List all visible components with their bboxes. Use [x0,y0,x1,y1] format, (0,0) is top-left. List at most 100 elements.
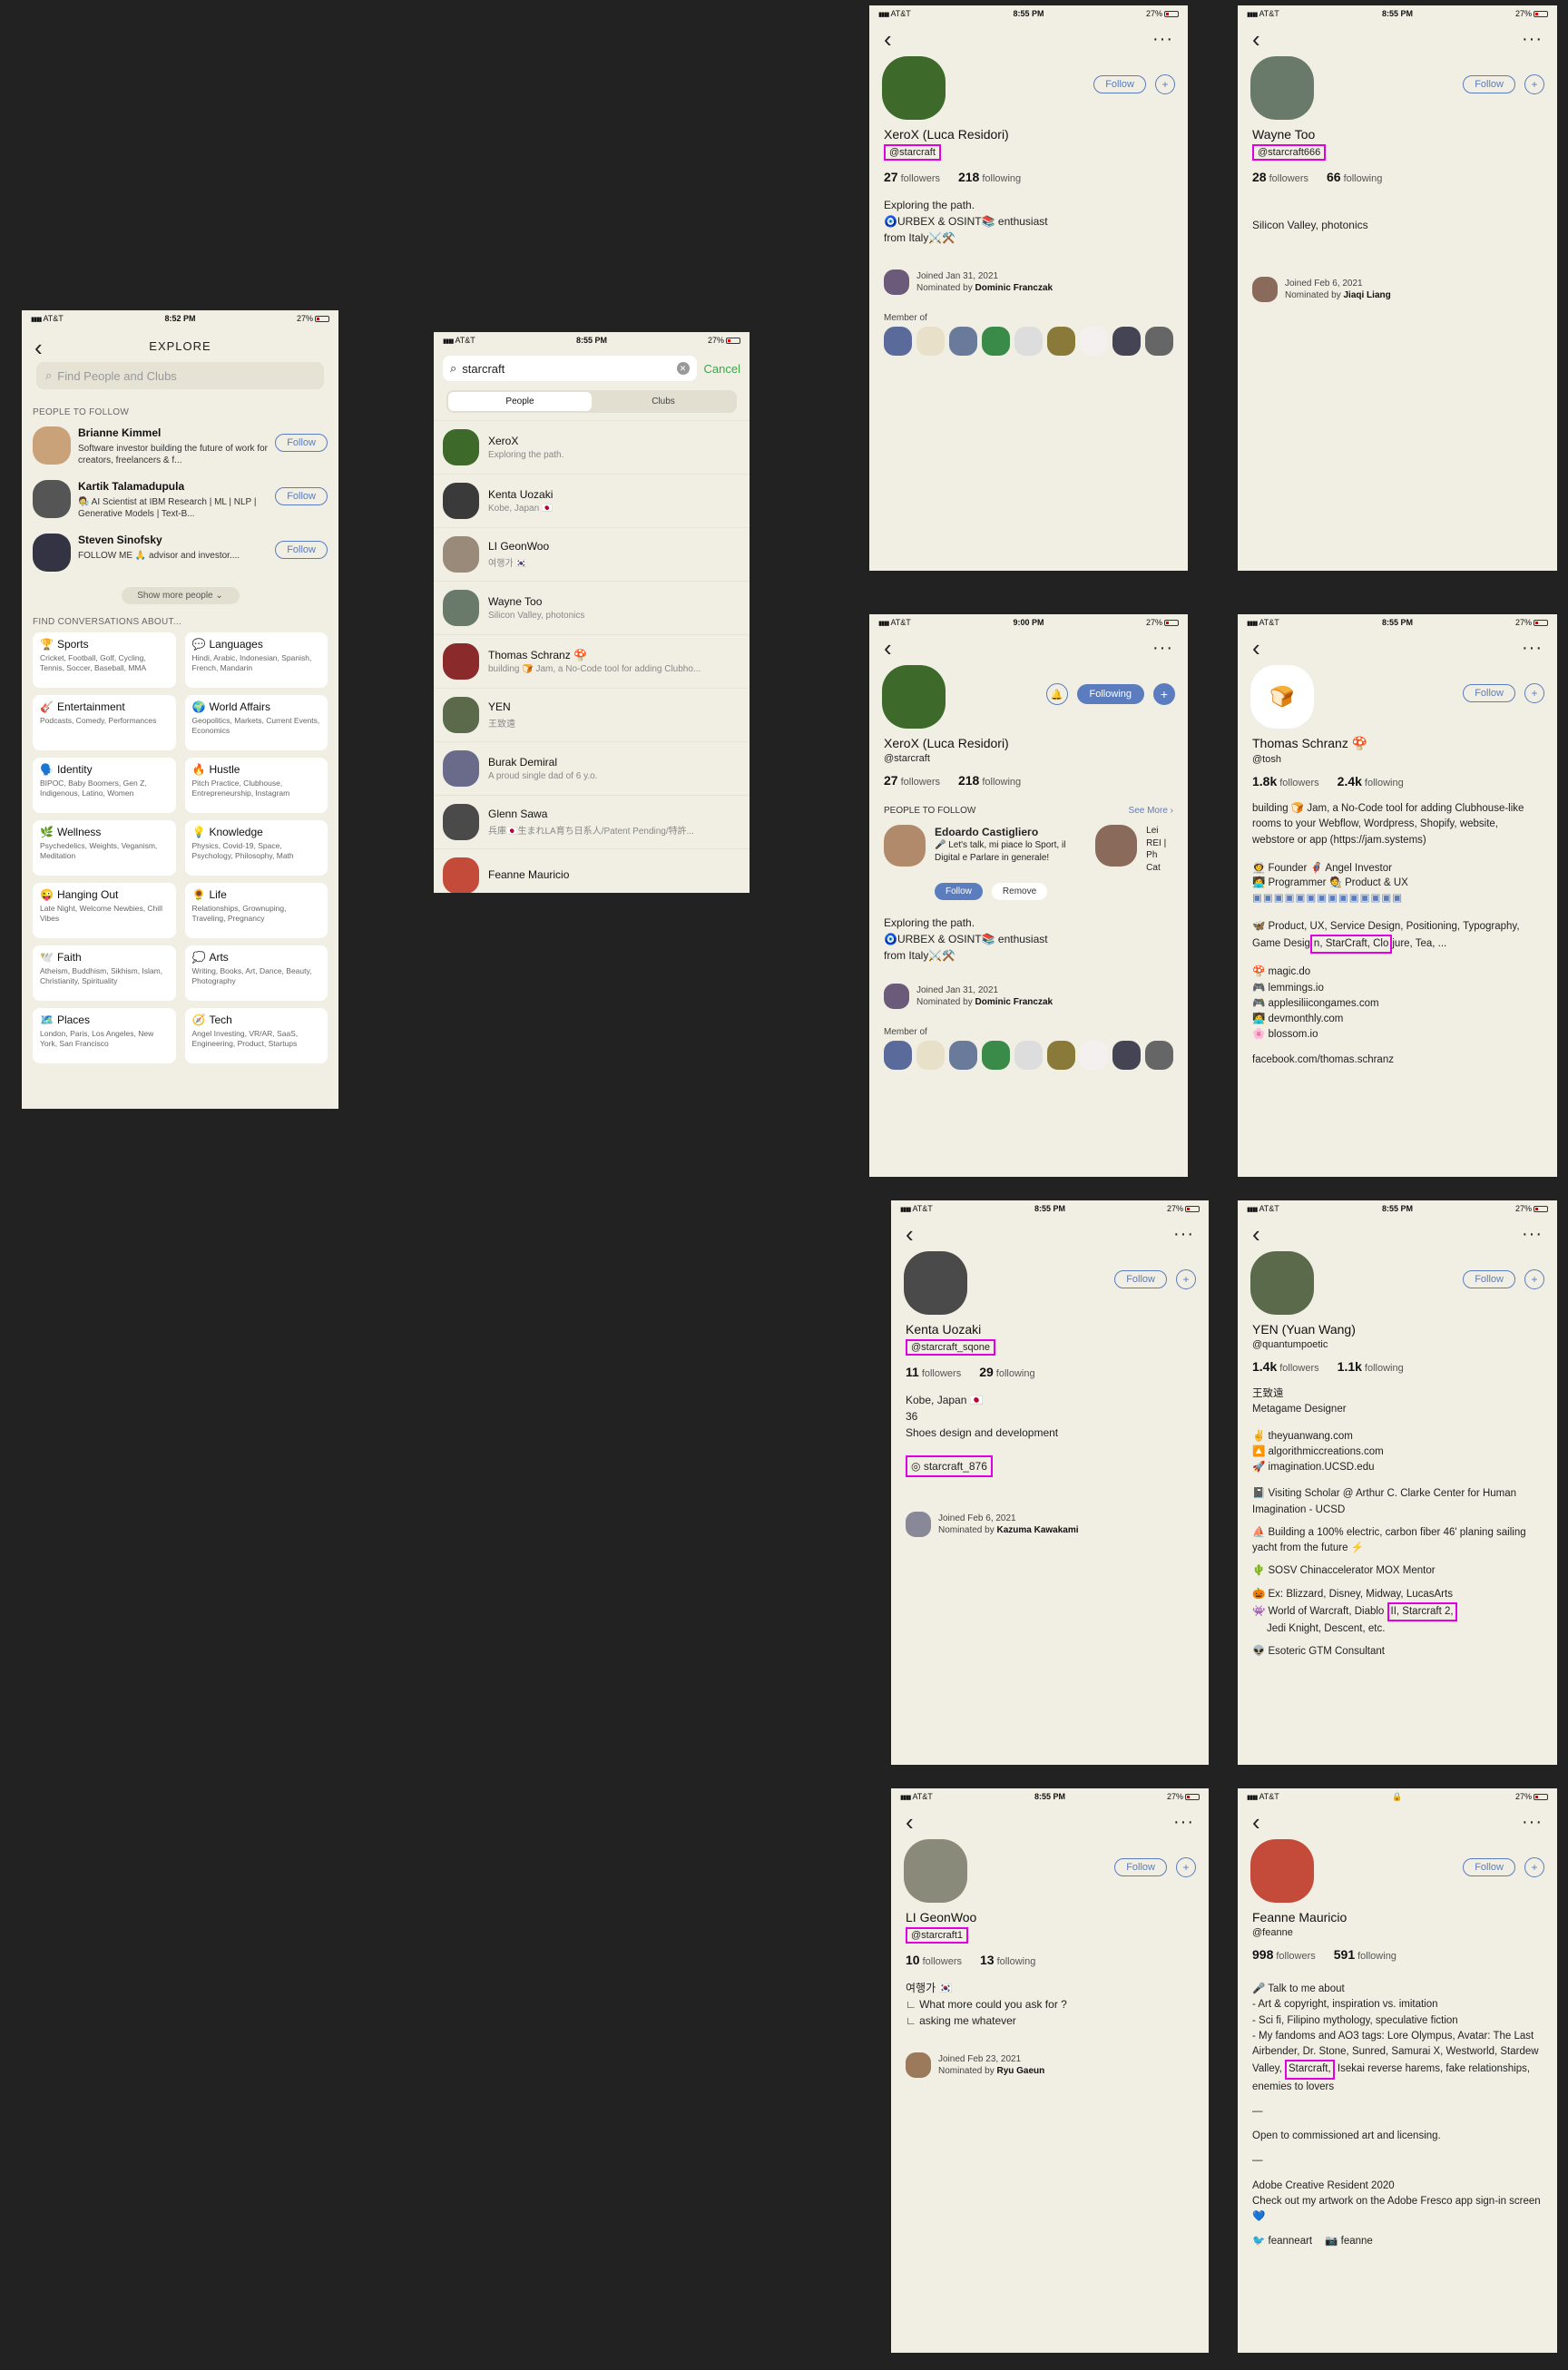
add-user-icon[interactable]: + [1524,1857,1544,1877]
followers-count[interactable]: 11 followers [906,1365,961,1379]
add-user-icon[interactable]: + [1153,683,1175,705]
add-user-icon[interactable]: + [1176,1857,1196,1877]
club-avatar[interactable] [884,327,912,356]
following-button[interactable]: Following [1076,684,1144,704]
topic-tile[interactable]: 🏆 Sports Cricket, Football, Golf, Cycling,… [33,632,176,688]
following-count[interactable]: 218 following [958,170,1021,184]
club-avatar[interactable] [1145,1041,1173,1070]
add-user-icon[interactable]: + [1524,74,1544,94]
link[interactable]: 🔼 algorithmiccreations.com [1252,1445,1543,1460]
topic-tile[interactable]: 🎸 Entertainment Podcasts, Comedy, Performa… [33,695,176,750]
back-icon[interactable]: ‹ [34,336,44,359]
club-avatar[interactable] [1145,327,1173,356]
link[interactable]: 🚀 imagination.UCSD.edu [1252,1460,1543,1475]
add-user-icon[interactable]: + [1524,1269,1544,1289]
club-avatar[interactable] [1014,1041,1043,1070]
topic-tile[interactable]: 🌿 Wellness Psychedelics, Weights, Veganism… [33,820,176,876]
cancel-button[interactable]: Cancel [704,362,740,376]
club-avatar[interactable] [884,1041,912,1070]
link[interactable]: facebook.com/thomas.schranz [1252,1053,1543,1068]
club-avatar[interactable] [982,327,1010,356]
club-avatar[interactable] [1080,327,1108,356]
more-icon[interactable]: ··· [1152,29,1173,50]
follow-button[interactable]: Follow [1463,1858,1515,1876]
twitter-link[interactable]: 🐦 feanneart [1252,2234,1312,2249]
list-item[interactable]: XeroX Exploring the path. [434,420,750,474]
more-icon[interactable]: ··· [1173,1812,1194,1833]
follow-button[interactable]: Follow [1114,1858,1167,1876]
bell-icon[interactable]: 🔔 [1045,683,1068,705]
back-icon[interactable]: ‹ [1252,27,1260,51]
topic-tile[interactable]: 🌍 World Affairs Geopolitics, Markets, Curr… [184,695,328,750]
followers-count[interactable]: 27 followers [884,773,940,788]
following-count[interactable]: 2.4k following [1338,774,1404,788]
topic-tile[interactable]: 💡 Knowledge Physics, Covid-19, Space, Psyc… [184,820,328,876]
follow-button[interactable]: Follow [1463,75,1515,93]
back-icon[interactable]: ‹ [1252,1222,1260,1246]
followers-count[interactable]: 10 followers [906,1953,962,1967]
following-count[interactable]: 218 following [958,773,1021,788]
instagram-link[interactable]: 📷 feanne [1325,2234,1373,2249]
search-input[interactable]: ⌕ starcraft ✕ [443,356,697,381]
back-icon[interactable]: ‹ [884,636,892,660]
topic-tile[interactable]: 🗣️ Identity BIPOC, Baby Boomers, Gen Z, In… [33,758,176,813]
follow-button[interactable]: Follow [1093,75,1146,93]
nominator-avatar[interactable] [1252,277,1278,302]
nominator-avatar[interactable] [884,984,909,1009]
list-item[interactable]: YEN 王致遠 [434,688,750,741]
list-item[interactable]: Thomas Schranz 🍄 building 🍞 Jam, a No-Cod… [434,634,750,688]
following-count[interactable]: 1.1k following [1338,1359,1404,1374]
topic-tile[interactable]: 🧭 Tech Angel Investing, VR/AR, SaaS, Engin… [184,1008,328,1063]
follow-button[interactable]: Follow [935,883,983,900]
follow-button[interactable]: Follow [1463,1270,1515,1288]
back-icon[interactable]: ‹ [1252,636,1260,660]
nominator-avatar[interactable] [884,269,909,295]
search-input[interactable]: ⌕ Find People and Clubs [36,362,324,389]
follow-button[interactable]: Follow [1463,684,1515,702]
followers-count[interactable]: 1.4k followers [1252,1359,1319,1374]
list-item[interactable]: Steven Sinofsky FOLLOW ME 🙏 advisor and i… [22,530,338,583]
club-avatar[interactable] [949,1041,977,1070]
nominator-avatar[interactable] [906,2052,931,2078]
follow-button[interactable]: Follow [275,487,328,505]
followers-count[interactable]: 28 followers [1252,170,1308,184]
followers-count[interactable]: 27 followers [884,170,940,184]
topic-tile[interactable]: 💭 Arts Writing, Books, Art, Dance, Beauty,… [184,945,328,1001]
club-avatar[interactable] [949,327,977,356]
club-avatar[interactable] [1047,327,1075,356]
clear-icon[interactable]: ✕ [676,362,690,375]
follow-button[interactable]: Follow [275,541,328,559]
more-icon[interactable]: ··· [1522,1224,1543,1245]
list-item[interactable]: Glenn Sawa 兵庫🇯🇵生まれLA育ち日系人/Patent Pending/… [434,795,750,848]
show-more-button[interactable]: Show more people ⌄ [121,587,240,604]
topic-tile[interactable]: 💬 Languages Hindi, Arabic, Indonesian, Spa… [184,632,328,688]
more-icon[interactable]: ··· [1152,638,1173,659]
list-item[interactable]: LI GeonWoo 여행가 🇰🇷 [434,527,750,581]
club-avatar[interactable] [1047,1041,1075,1070]
topic-tile[interactable]: 🕊️ Faith Atheism, Buddhism, Sikhism, Islam… [33,945,176,1001]
avatar[interactable] [884,825,926,867]
back-icon[interactable]: ‹ [906,1810,914,1834]
club-avatar[interactable] [1112,327,1141,356]
link[interactable]: ✌️ theyuanwang.com [1252,1429,1543,1445]
link[interactable]: 🎮 applesiliicongames.com [1252,996,1543,1012]
list-item[interactable]: Wayne Too Silicon Valley, photonics [434,581,750,634]
more-icon[interactable]: ··· [1522,29,1543,50]
following-count[interactable]: 29 following [979,1365,1034,1379]
instagram-link[interactable]: ◎ starcraft_876 [906,1455,993,1477]
list-item[interactable]: Burak Demiral A proud single dad of 6 y.o… [434,741,750,795]
topic-tile[interactable]: 🌻 Life Relationships, Grownuping, Travelin… [184,883,328,938]
nominator-avatar[interactable] [906,1512,931,1537]
add-user-icon[interactable]: + [1176,1269,1196,1289]
following-count[interactable]: 13 following [980,1953,1035,1967]
more-icon[interactable]: ··· [1522,1812,1543,1833]
list-item[interactable]: Brianne Kimmel Software investor building… [22,423,338,476]
club-avatar[interactable] [916,327,945,356]
list-item[interactable]: Kartik Talamadupula 🧑‍🔬 AI Scientist at I… [22,476,338,530]
club-avatar[interactable] [1112,1041,1141,1070]
list-item[interactable]: Feanne Mauricio [434,848,750,893]
back-icon[interactable]: ‹ [884,27,892,51]
followers-count[interactable]: 1.8k followers [1252,774,1319,788]
topic-tile[interactable]: 🔥 Hustle Pitch Practice, Clubhouse, Entrep… [184,758,328,813]
club-avatar[interactable] [916,1041,945,1070]
